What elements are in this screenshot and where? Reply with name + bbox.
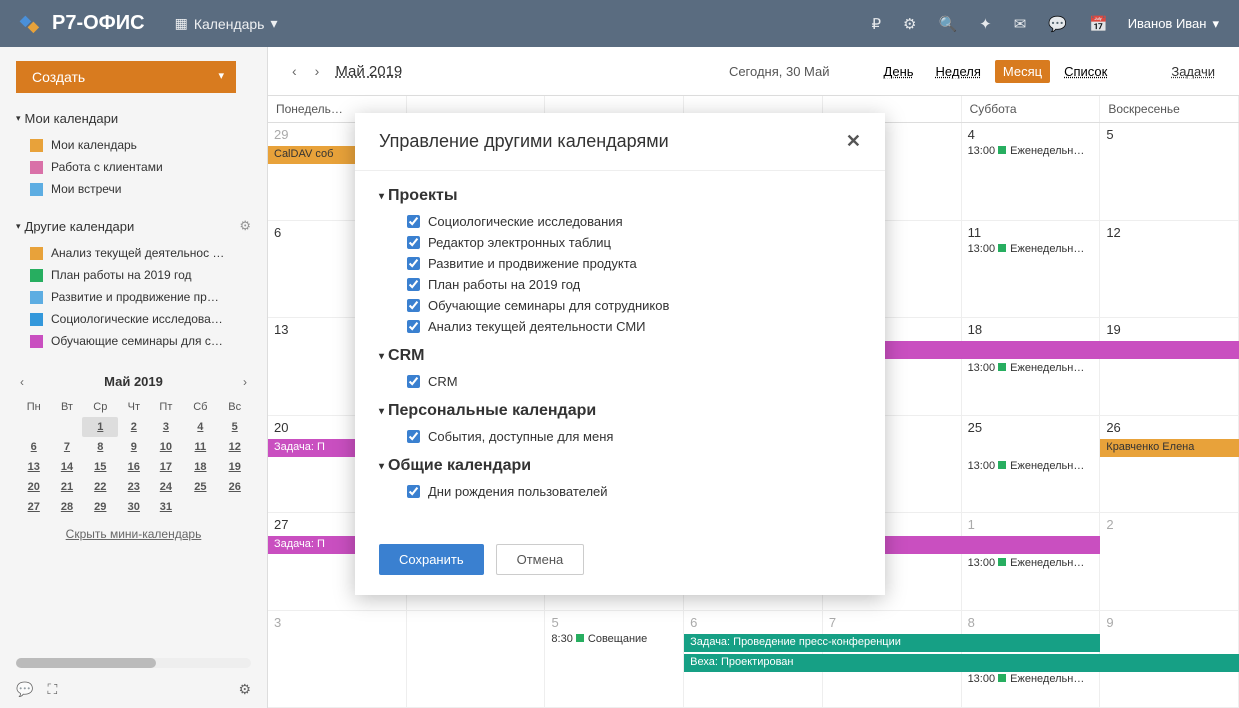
checkbox[interactable] <box>407 215 420 228</box>
section-title[interactable]: CRM <box>379 347 861 365</box>
checkbox[interactable] <box>407 430 420 443</box>
checkbox[interactable] <box>407 485 420 498</box>
section-title[interactable]: Персональные календари <box>379 402 861 420</box>
calendar-checkbox-item[interactable]: Социологические исследования <box>407 211 861 232</box>
calendar-checkbox-item[interactable]: Дни рождения пользователей <box>407 481 861 502</box>
calendar-checkbox-item[interactable]: Обучающие семинары для сотрудников <box>407 295 861 316</box>
section-title[interactable]: Проекты <box>379 187 861 205</box>
calendar-checkbox-item[interactable]: CRM <box>407 371 861 392</box>
checkbox[interactable] <box>407 299 420 312</box>
modal-section: Общие календари Дни рождения пользовател… <box>379 457 861 502</box>
checkbox[interactable] <box>407 236 420 249</box>
manage-calendars-modal: Управление другими календарями ✕ Проекты… <box>355 113 885 595</box>
modal-section: CRM CRM <box>379 347 861 392</box>
calendar-checkbox-item[interactable]: Развитие и продвижение продукта <box>407 253 861 274</box>
modal-section: Проекты Социологические исследования Ред… <box>379 187 861 337</box>
checkbox[interactable] <box>407 278 420 291</box>
checkbox[interactable] <box>407 257 420 270</box>
checkbox[interactable] <box>407 320 420 333</box>
calendar-checkbox-item[interactable]: Анализ текущей деятельности СМИ <box>407 316 861 337</box>
calendar-checkbox-item[interactable]: Редактор электронных таблиц <box>407 232 861 253</box>
section-title[interactable]: Общие календари <box>379 457 861 475</box>
cancel-button[interactable]: Отмена <box>496 544 585 575</box>
save-button[interactable]: Сохранить <box>379 544 484 575</box>
modal-section: Персональные календари События, доступны… <box>379 402 861 447</box>
modal-title: Управление другими календарями <box>379 131 669 152</box>
checkbox[interactable] <box>407 375 420 388</box>
close-icon[interactable]: ✕ <box>846 131 861 152</box>
calendar-checkbox-item[interactable]: События, доступные для меня <box>407 426 861 447</box>
calendar-checkbox-item[interactable]: План работы на 2019 год <box>407 274 861 295</box>
